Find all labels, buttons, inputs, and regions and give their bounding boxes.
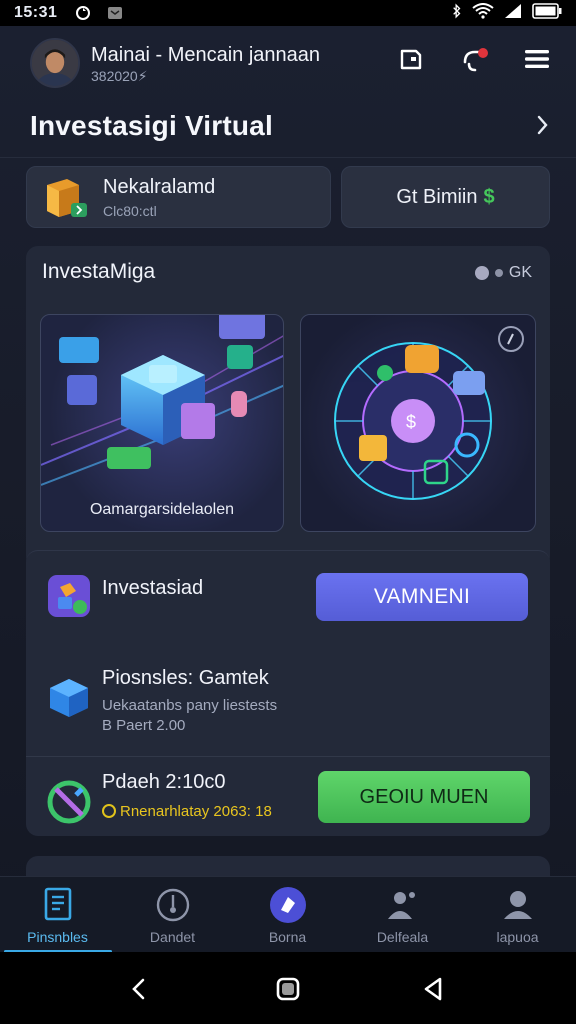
balance-button-label: Gt Bimiin bbox=[396, 185, 478, 208]
portfolio-icon bbox=[38, 885, 78, 925]
wallet-icon[interactable] bbox=[396, 44, 426, 74]
notification-icon bbox=[107, 5, 123, 21]
row2-subtitle: Uekaatanbs pany liestests bbox=[102, 697, 278, 714]
dollar-glyph-icon: $ bbox=[406, 412, 416, 432]
asset-card[interactable]: Nekalralamd Clc80:ctl bbox=[26, 166, 331, 228]
row2-detail: B Paert 2.00 bbox=[102, 717, 186, 734]
row3-subtitle: Rnenarhlatay 2063: 18 bbox=[102, 803, 272, 820]
list-item: Pdaeh 2:10c0 Rnenarhlatay 2063: 18 GEOIU… bbox=[26, 757, 550, 837]
dollar-icon: $ bbox=[483, 185, 495, 208]
illustration-caption: Oamargarsidelaolen bbox=[89, 501, 235, 518]
illustration-blockchain[interactable]: Oamargarsidelaolen bbox=[40, 314, 284, 532]
status-dot-small bbox=[494, 269, 503, 277]
join-button[interactable]: GEOIU MUEN bbox=[318, 771, 530, 823]
nav-profile[interactable]: lapuoa bbox=[460, 877, 575, 952]
balance-button[interactable]: Gt Bimiin $ bbox=[341, 166, 550, 228]
home-icon[interactable] bbox=[273, 974, 303, 1004]
back-icon[interactable] bbox=[124, 974, 154, 1004]
nav-label: Pinsnbles bbox=[27, 929, 88, 945]
app-screen: Mainai - Mencain jannaan 382020⚡ Investa… bbox=[0, 26, 576, 952]
nav-delfeala[interactable]: Delfeala bbox=[345, 877, 460, 952]
notification-bell-icon[interactable] bbox=[460, 44, 490, 74]
row1-title: Investasiad bbox=[102, 577, 204, 599]
nav-label: lapuoa bbox=[496, 929, 539, 945]
nav-borna[interactable]: Borna bbox=[230, 877, 345, 952]
illustration-crypto-wheel[interactable]: $ bbox=[300, 314, 536, 532]
panel-status-text: GK bbox=[508, 264, 532, 281]
shield-icon bbox=[153, 885, 193, 925]
row3-title: Pdaeh 2:10c0 bbox=[102, 771, 226, 793]
battery-icon bbox=[532, 2, 562, 24]
page-title: Investasigi Virtual bbox=[30, 110, 273, 141]
boost-icon bbox=[268, 885, 308, 925]
clock-icon bbox=[102, 804, 116, 818]
panel-status: GK bbox=[474, 264, 532, 282]
cube-asset-icon bbox=[43, 175, 91, 221]
user-balance: 382020⚡ bbox=[91, 68, 148, 84]
profile-icon bbox=[498, 885, 538, 925]
blue-cube-icon bbox=[46, 675, 92, 721]
nav-dandet[interactable]: Dandet bbox=[115, 877, 230, 952]
user-name: Mainai - Mencain jannaan bbox=[91, 44, 321, 66]
signal-icon bbox=[504, 3, 522, 24]
nav-label: Dandet bbox=[149, 929, 196, 945]
blockchain-cubes-illustration bbox=[41, 315, 283, 486]
asset-card-title: Nekalralamd bbox=[103, 176, 216, 198]
wifi-icon bbox=[472, 2, 494, 24]
bottom-nav: Pinsnbles Dandet Borna Delfeala lapuoa bbox=[0, 876, 576, 952]
nav-label: Delfeala bbox=[376, 929, 429, 945]
nav-portfolio[interactable]: Pinsnbles bbox=[0, 877, 115, 952]
system-nav-bar bbox=[0, 952, 576, 1024]
menu-icon[interactable] bbox=[522, 44, 552, 74]
list-item: Investasiad VAMNENI bbox=[26, 569, 550, 651]
status-dot-big bbox=[474, 266, 489, 280]
header: Mainai - Mencain jannaan 382020⚡ bbox=[0, 26, 576, 102]
invest-tool-icon bbox=[46, 573, 92, 619]
help-icon[interactable] bbox=[497, 325, 525, 353]
invest-now-button[interactable]: VAMNENI bbox=[316, 573, 528, 621]
status-bar: 15:31 bbox=[0, 0, 576, 26]
row3-subtitle-text: Rnenarhlatay 2063: 18 bbox=[120, 803, 272, 820]
title-row: Investasigi Virtual bbox=[0, 102, 576, 158]
recents-icon[interactable] bbox=[418, 974, 448, 1004]
status-time: 15:31 bbox=[14, 4, 58, 21]
bluetooth-icon bbox=[452, 3, 462, 24]
chevron-right-icon[interactable] bbox=[530, 112, 556, 138]
sync-icon bbox=[75, 5, 91, 21]
avatar[interactable] bbox=[30, 38, 80, 88]
investment-list: Investasiad VAMNENI Piosnsles: Gamtek Ue… bbox=[26, 550, 550, 836]
panel-title: InvestaMiga bbox=[42, 260, 156, 283]
list-item: Piosnsles: Gamtek Uekaatanbs pany lieste… bbox=[26, 657, 550, 757]
exchange-icon bbox=[46, 779, 92, 825]
investment-panel: InvestaMiga GK Oamargarsidelaolen $ bbox=[26, 246, 550, 568]
asset-card-subtitle: Clc80:ctl bbox=[103, 203, 157, 219]
row2-title: Piosnsles: Gamtek bbox=[102, 667, 269, 689]
nav-label: Borna bbox=[268, 929, 307, 945]
people-icon bbox=[383, 885, 423, 925]
